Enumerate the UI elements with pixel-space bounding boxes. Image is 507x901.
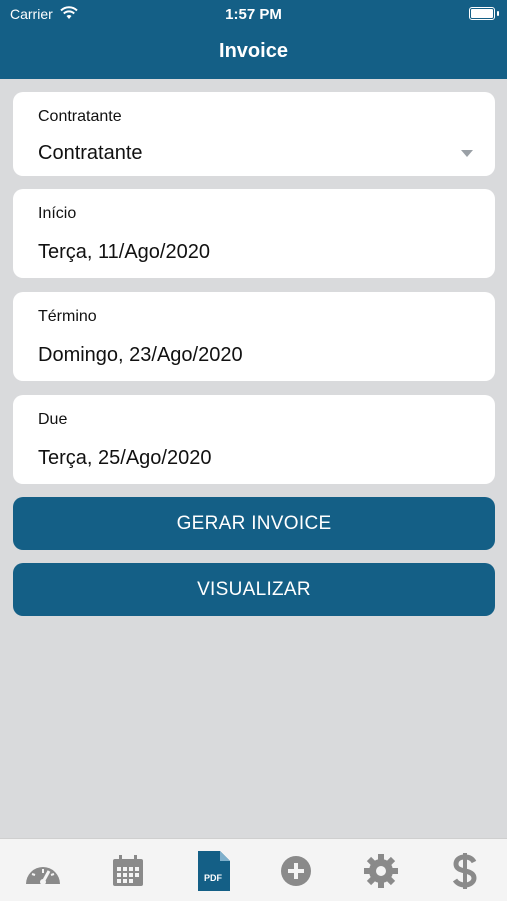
pdf-document-icon[interactable]: PDF [193, 851, 233, 891]
navigation-bar: Carrier 1:57 PM Invoice [0, 0, 507, 79]
status-time: 1:57 PM [225, 6, 282, 23]
start-date-value: Terça, 11/Ago/2020 [38, 241, 210, 263]
view-button[interactable]: VISUALIZAR [13, 563, 495, 616]
page-title: Invoice [219, 40, 288, 62]
tab-bar: PDF [0, 838, 507, 901]
pdf-icon-label: PDF [204, 873, 223, 883]
end-date-value: Domingo, 23/Ago/2020 [38, 344, 243, 366]
settings-icon[interactable] [361, 851, 401, 891]
end-date-label: Término [38, 308, 97, 325]
start-date-label: Início [38, 205, 77, 222]
contractor-value: Contratante [38, 142, 143, 164]
contractor-select[interactable]: Contratante Contratante [13, 92, 495, 176]
battery-tip [497, 11, 499, 16]
dollar-icon[interactable] [445, 851, 485, 891]
dropdown-caret-icon [461, 150, 473, 157]
end-date-field[interactable]: Término Domingo, 23/Ago/2020 [13, 292, 495, 381]
add-icon[interactable] [276, 851, 316, 891]
start-date-field[interactable]: Início Terça, 11/Ago/2020 [13, 189, 495, 278]
due-date-value: Terça, 25/Ago/2020 [38, 447, 212, 469]
due-date-label: Due [38, 411, 68, 428]
status-bar: Carrier 1:57 PM [0, 0, 507, 28]
dashboard-icon[interactable] [23, 851, 63, 891]
due-date-field[interactable]: Due Terça, 25/Ago/2020 [13, 395, 495, 484]
generate-invoice-button[interactable]: GERAR INVOICE [13, 497, 495, 550]
calendar-icon[interactable] [108, 851, 148, 891]
battery-icon [469, 7, 495, 20]
contractor-label: Contratante [38, 108, 122, 125]
